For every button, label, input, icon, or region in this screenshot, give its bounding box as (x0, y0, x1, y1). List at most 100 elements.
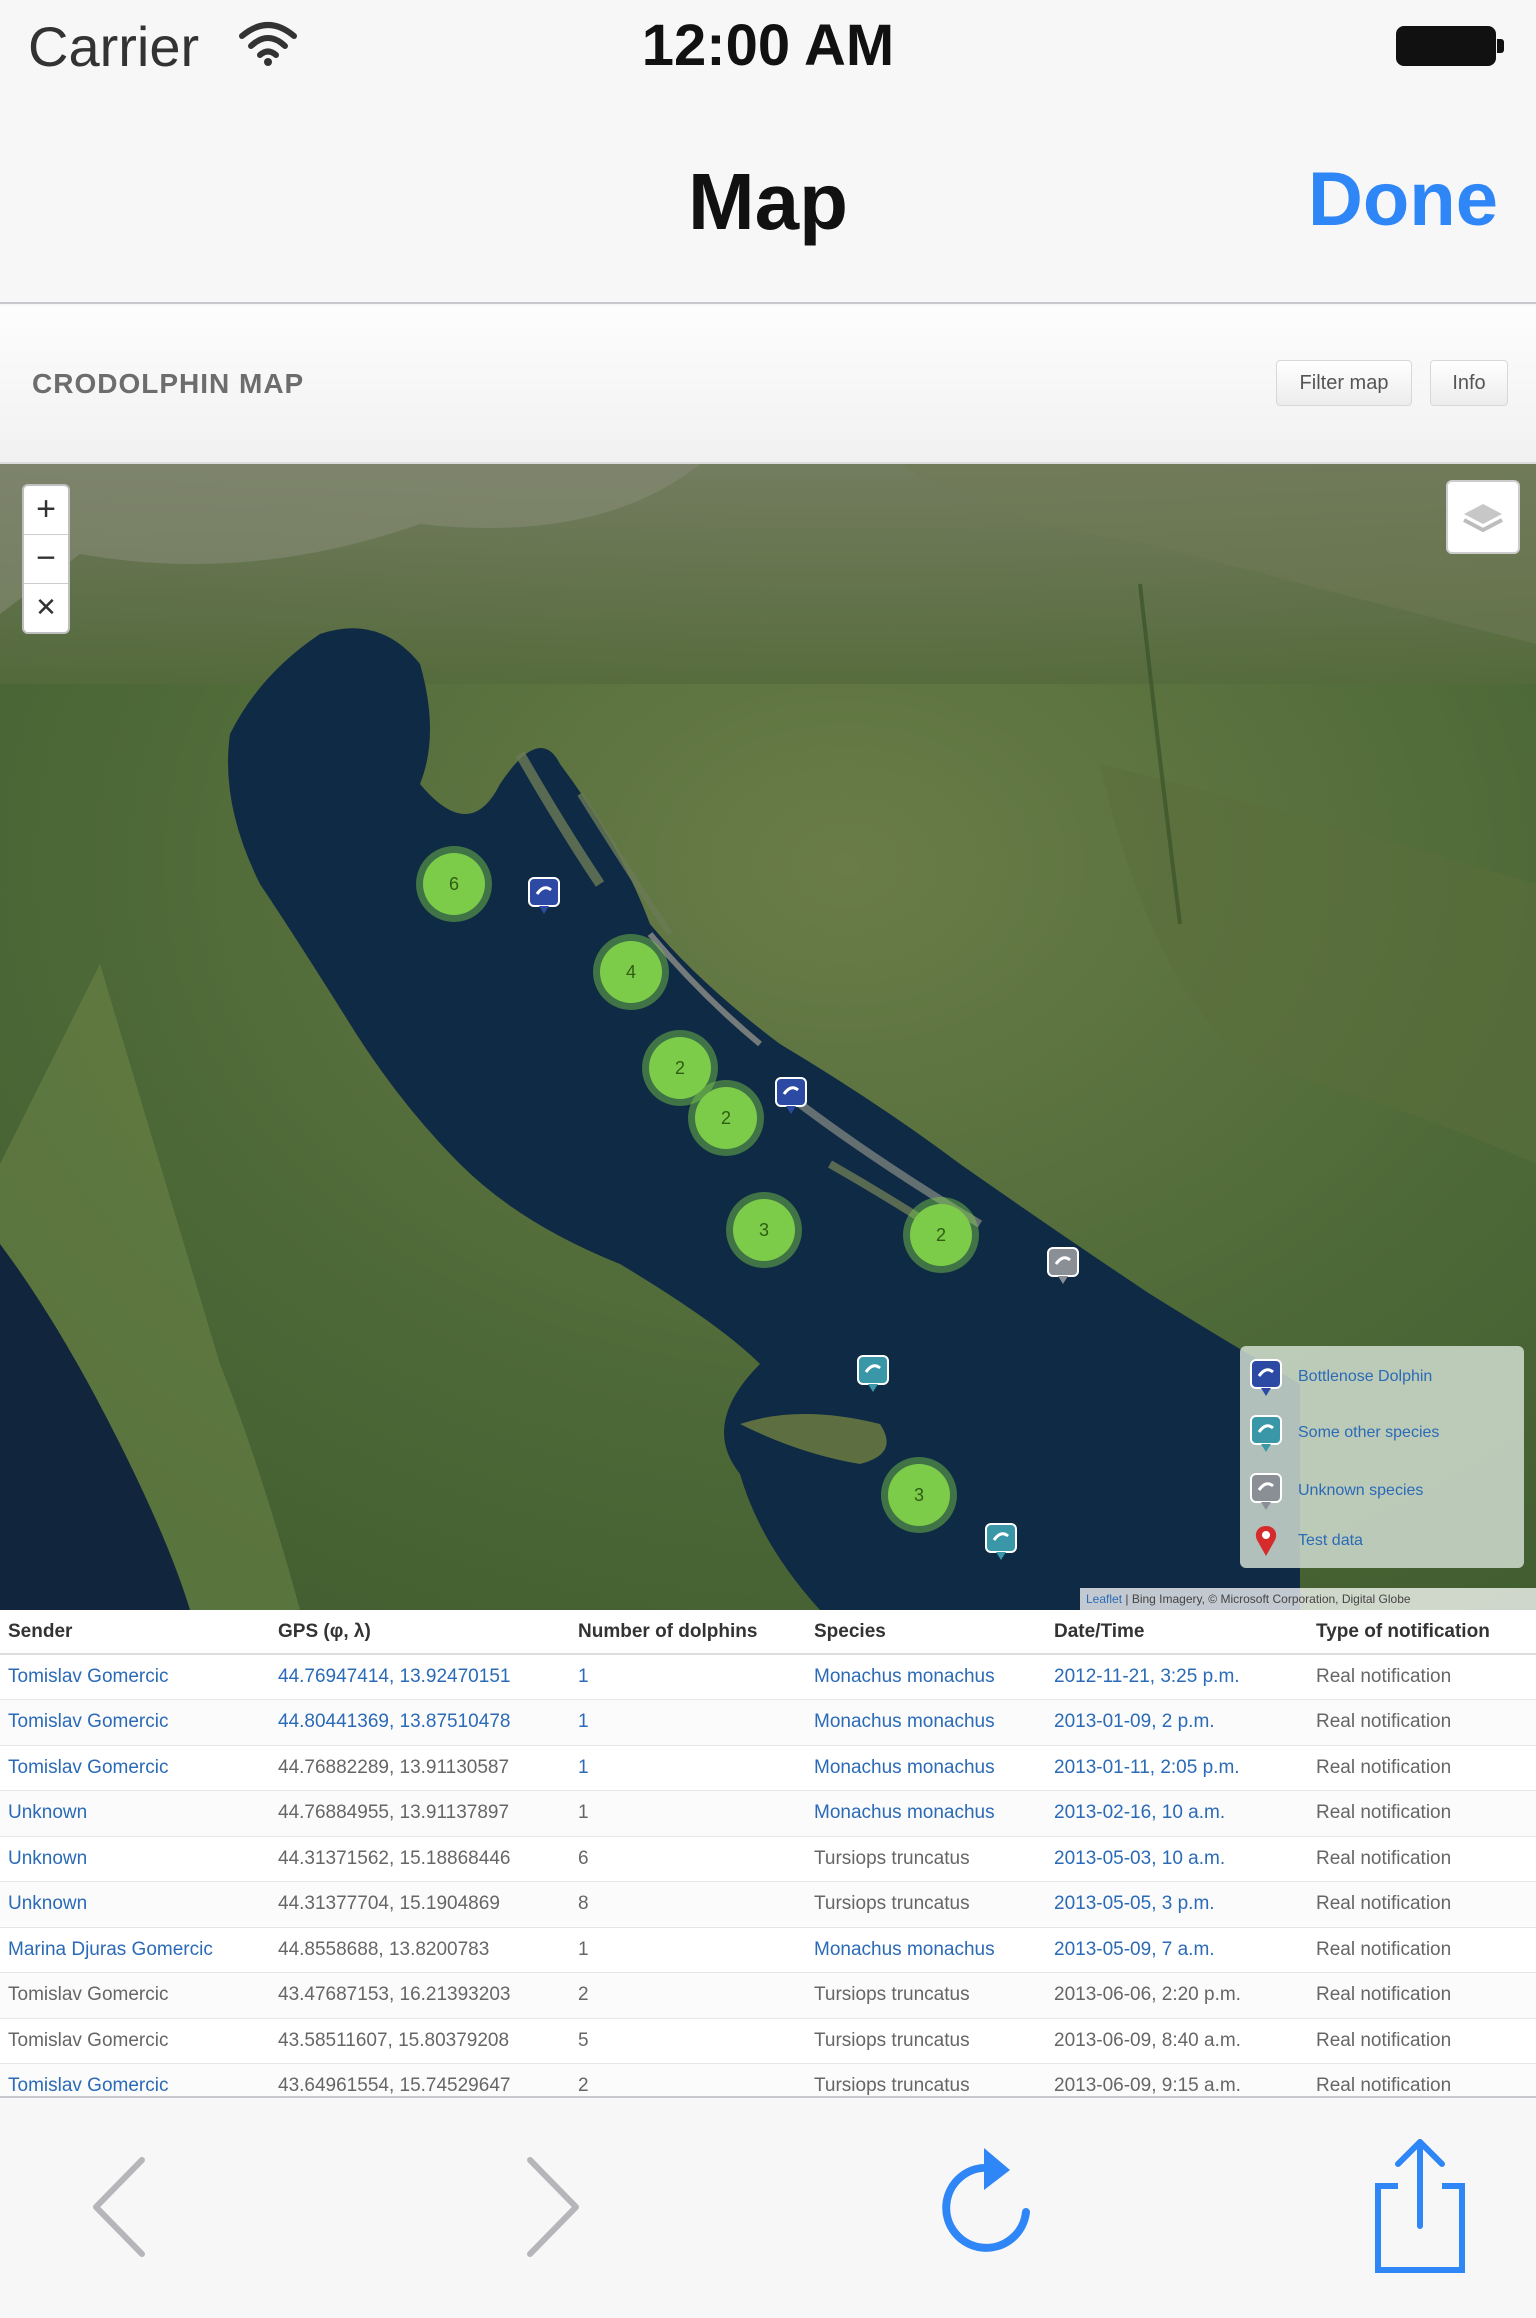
legend-label: Bottlenose Dolphin (1298, 1368, 1433, 1385)
teal-dolphin-pin-icon[interactable] (856, 1354, 890, 1394)
table-row: Tomislav Gomercic 44.80441369, 13.875104… (0, 1699, 1536, 1746)
cell-gps: 44.31371562, 15.18868446 (270, 1836, 570, 1882)
table-row: Unknown 44.31377704, 15.1904869 8 Tursio… (0, 1881, 1536, 1928)
cell-type: Real notification (1308, 1836, 1536, 1882)
cell-sender[interactable]: Unknown (0, 1881, 270, 1928)
cell-gps[interactable]: 44.80441369, 13.87510478 (270, 1699, 570, 1746)
gray-dolphin-pin-icon[interactable] (1046, 1246, 1080, 1286)
legend-item: Bottlenose Dolphin (1248, 1358, 1518, 1398)
map-cluster-marker[interactable]: 2 (910, 1204, 972, 1266)
legend-label: Some other species (1298, 1424, 1440, 1441)
cell-datetime[interactable]: 2013-05-05, 3 p.m. (1046, 1881, 1308, 1928)
cell-type: Real notification (1308, 1972, 1536, 2019)
cell-datetime: 2013-06-09, 9:15 a.m. (1046, 2063, 1308, 2096)
map-view[interactable]: + − ✕ 6 4 2 2 3 2 3 Bottlenose Dolphin S… (0, 464, 1536, 1610)
zoom-out-button[interactable]: − (24, 535, 68, 584)
cell-datetime: 2013-06-06, 2:20 p.m. (1046, 1972, 1308, 2019)
cell-type: Real notification (1308, 2063, 1536, 2096)
cell-sender[interactable]: Tomislav Gomercic (0, 2063, 270, 2096)
cell-datetime[interactable]: 2013-02-16, 10 a.m. (1046, 1790, 1308, 1837)
cell-species[interactable]: Monachus monachus (806, 1927, 1046, 1973)
cell-datetime[interactable]: 2013-05-03, 10 a.m. (1046, 1836, 1308, 1882)
filter-map-button[interactable]: Filter map (1276, 360, 1412, 406)
attribution-text: | Bing Imagery, © Microsoft Corporation,… (1122, 1592, 1411, 1606)
table-row: Marina Djuras Gomercic 44.8558688, 13.82… (0, 1927, 1536, 1973)
leaflet-link[interactable]: Leaflet (1086, 1592, 1122, 1606)
table-row: Tomislav Gomercic 43.47687153, 16.213932… (0, 1972, 1536, 2019)
share-icon[interactable] (1370, 2136, 1470, 2276)
table-row: Tomislav Gomercic 43.58511607, 15.803792… (0, 2018, 1536, 2064)
cell-type: Real notification (1308, 1881, 1536, 1928)
browser-toolbar (0, 2096, 1536, 2318)
reload-icon[interactable] (930, 2142, 1040, 2262)
column-header-gps: GPS (φ, λ) (270, 1610, 570, 1655)
site-brand[interactable]: CRODOLPHIN MAP (32, 368, 304, 400)
legend-item: Test data (1248, 1522, 1518, 1562)
cell-dolphins: 1 (570, 1654, 806, 1700)
cell-datetime[interactable]: 2013-01-11, 2:05 p.m. (1046, 1745, 1308, 1791)
blue-dolphin-pin-icon (1250, 1359, 1282, 1396)
zoom-in-button[interactable]: + (24, 486, 68, 535)
nav-title: Map (688, 157, 848, 246)
map-cluster-marker[interactable]: 2 (649, 1037, 711, 1099)
column-header-sender: Sender (0, 1610, 270, 1655)
cell-dolphins: 1 (570, 1699, 806, 1746)
cell-sender[interactable]: Marina Djuras Gomercic (0, 1927, 270, 1973)
cell-dolphins: 2 (570, 2063, 806, 2096)
cell-species[interactable]: Monachus monachus (806, 1654, 1046, 1700)
cell-species[interactable]: Monachus monachus (806, 1790, 1046, 1837)
red-location-pin-icon (1255, 1526, 1277, 1556)
cell-sender[interactable]: Tomislav Gomercic (0, 1699, 270, 1746)
cell-type: Real notification (1308, 1654, 1536, 1700)
cell-dolphins: 5 (570, 2018, 806, 2064)
cell-dolphins: 8 (570, 1881, 806, 1928)
chevron-right-icon[interactable] (520, 2152, 586, 2262)
cell-sender[interactable]: Unknown (0, 1790, 270, 1837)
teal-dolphin-pin-icon (1250, 1415, 1282, 1452)
map-attribution: Leaflet | Bing Imagery, © Microsoft Corp… (1080, 1588, 1536, 1610)
cell-species[interactable]: Monachus monachus (806, 1745, 1046, 1791)
map-cluster-marker[interactable]: 2 (695, 1087, 757, 1149)
blue-dolphin-pin-icon[interactable] (774, 1076, 808, 1116)
done-button[interactable]: Done (1308, 156, 1498, 243)
cell-gps: 44.76882289, 13.91130587 (270, 1745, 570, 1791)
map-cluster-marker[interactable]: 3 (733, 1199, 795, 1261)
cell-sender: Tomislav Gomercic (0, 2018, 270, 2064)
cell-datetime[interactable]: 2013-01-09, 2 p.m. (1046, 1699, 1308, 1746)
cell-sender[interactable]: Tomislav Gomercic (0, 1654, 270, 1700)
map-legend: Bottlenose Dolphin Some other species Un… (1240, 1346, 1524, 1568)
cell-gps: 44.31377704, 15.1904869 (270, 1881, 570, 1928)
cell-sender[interactable]: Unknown (0, 1836, 270, 1882)
table-row: Tomislav Gomercic 44.76947414, 13.924701… (0, 1654, 1536, 1700)
chevron-left-icon[interactable] (86, 2152, 152, 2262)
cell-dolphins: 2 (570, 1972, 806, 2019)
cell-datetime[interactable]: 2012-11-21, 3:25 p.m. (1046, 1654, 1308, 1700)
cell-sender[interactable]: Tomislav Gomercic (0, 1745, 270, 1791)
cell-type: Real notification (1308, 1745, 1536, 1791)
cell-species: Tursiops truncatus (806, 1972, 1046, 2019)
map-cluster-marker[interactable]: 3 (888, 1464, 950, 1526)
legend-label: Unknown species (1298, 1482, 1424, 1499)
legend-item: Some other species (1248, 1414, 1518, 1454)
column-header-species: Species (806, 1610, 1046, 1655)
cell-species: Tursiops truncatus (806, 2063, 1046, 2096)
cell-dolphins: 1 (570, 1790, 806, 1837)
cell-dolphins: 6 (570, 1836, 806, 1882)
cell-gps: 44.8558688, 13.8200783 (270, 1927, 570, 1973)
layers-button[interactable] (1446, 480, 1520, 554)
notifications-table[interactable]: Sender GPS (φ, λ) Number of dolphins Spe… (0, 1610, 1536, 2096)
cell-species[interactable]: Monachus monachus (806, 1699, 1046, 1746)
teal-dolphin-pin-icon[interactable] (984, 1522, 1018, 1562)
cell-datetime[interactable]: 2013-05-09, 7 a.m. (1046, 1927, 1308, 1973)
cell-gps: 43.58511607, 15.80379208 (270, 2018, 570, 2064)
fullscreen-button[interactable]: ✕ (24, 584, 68, 633)
map-cluster-marker[interactable]: 4 (600, 941, 662, 1003)
cell-datetime: 2013-06-09, 8:40 a.m. (1046, 2018, 1308, 2064)
cell-dolphins: 1 (570, 1927, 806, 1973)
cell-gps[interactable]: 44.76947414, 13.92470151 (270, 1654, 570, 1700)
legend-label: Test data (1298, 1532, 1363, 1549)
blue-dolphin-pin-icon[interactable] (527, 876, 561, 916)
info-button[interactable]: Info (1430, 360, 1508, 406)
map-cluster-marker[interactable]: 6 (423, 853, 485, 915)
cell-type: Real notification (1308, 1790, 1536, 1837)
